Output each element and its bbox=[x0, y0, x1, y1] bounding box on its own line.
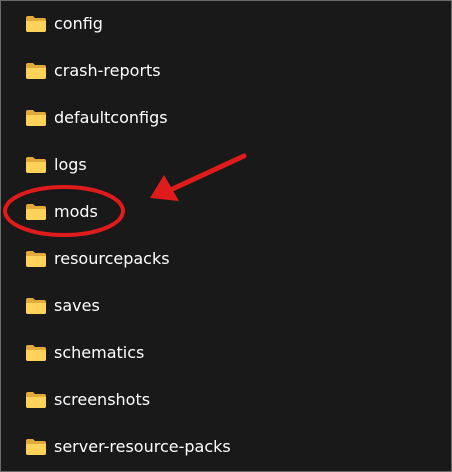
folder-name: config bbox=[54, 14, 103, 33]
folder-name: screenshots bbox=[54, 390, 151, 409]
folder-item-config[interactable]: config bbox=[1, 1, 451, 48]
folder-item-screenshots[interactable]: screenshots bbox=[1, 377, 451, 424]
folder-icon bbox=[25, 297, 47, 315]
folder-icon bbox=[25, 156, 47, 174]
folder-item-resourcepacks[interactable]: resourcepacks bbox=[1, 236, 451, 283]
folder-name: mods bbox=[54, 202, 98, 221]
folder-item-defaultconfigs[interactable]: defaultconfigs bbox=[1, 95, 451, 142]
folder-icon bbox=[25, 438, 47, 456]
folder-list: config crash-reports defaultconfigs logs bbox=[1, 1, 451, 471]
folder-name: saves bbox=[54, 296, 100, 315]
folder-icon bbox=[25, 15, 47, 33]
folder-item-crash-reports[interactable]: crash-reports bbox=[1, 48, 451, 95]
folder-icon bbox=[25, 203, 47, 221]
folder-icon bbox=[25, 391, 47, 409]
folder-item-logs[interactable]: logs bbox=[1, 142, 451, 189]
folder-item-saves[interactable]: saves bbox=[1, 283, 451, 330]
folder-icon bbox=[25, 109, 47, 127]
folder-name: logs bbox=[54, 155, 87, 174]
folder-item-mods[interactable]: mods bbox=[1, 189, 451, 236]
folder-name: resourcepacks bbox=[54, 249, 170, 268]
folder-name: schematics bbox=[54, 343, 145, 362]
folder-icon bbox=[25, 250, 47, 268]
folder-name: server-resource-packs bbox=[54, 437, 231, 456]
folder-icon bbox=[25, 344, 47, 362]
folder-icon bbox=[25, 62, 47, 80]
folder-item-server-resource-packs[interactable]: server-resource-packs bbox=[1, 424, 451, 471]
file-explorer-pane: config crash-reports defaultconfigs logs bbox=[0, 0, 452, 472]
folder-item-schematics[interactable]: schematics bbox=[1, 330, 451, 377]
folder-name: crash-reports bbox=[54, 61, 161, 80]
folder-name: defaultconfigs bbox=[54, 108, 168, 127]
